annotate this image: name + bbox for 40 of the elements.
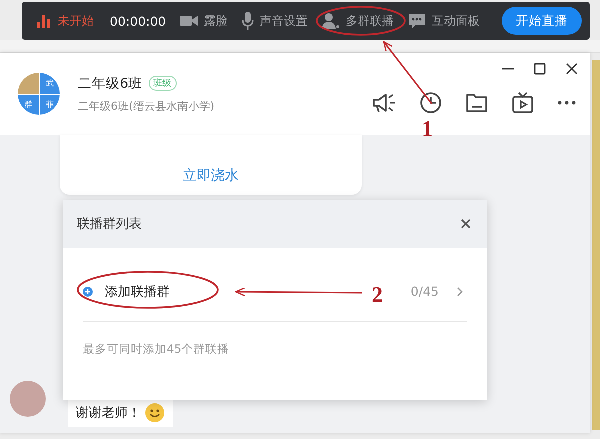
start-live-button[interactable]: 开始直播	[502, 7, 582, 35]
microphone-icon	[242, 12, 254, 30]
avatar-character: 群	[18, 94, 38, 115]
smiley-icon	[145, 403, 165, 423]
close-icon[interactable]	[566, 63, 578, 75]
toolbar-button[interactable]: 多群联播	[318, 12, 398, 30]
more-icon[interactable]	[558, 101, 576, 105]
toolbar-button[interactable]: 声音设置	[238, 12, 312, 30]
person-icon	[322, 13, 340, 29]
class-tag: 班级	[148, 76, 177, 91]
chat-bubble-icon	[408, 13, 426, 29]
group-title: 二年级6班	[78, 74, 143, 92]
add-group-label: 添加联播群	[105, 284, 170, 300]
folder-icon[interactable]	[466, 93, 488, 113]
group-count: 0/45	[410, 284, 439, 299]
avatar-placeholder	[10, 381, 46, 417]
avatar-character: 武	[40, 73, 60, 94]
close-icon[interactable]	[461, 219, 471, 229]
hint-text: 最多可同时添加45个群联播	[83, 342, 231, 357]
megaphone-icon[interactable]	[372, 92, 396, 114]
message-text: 谢谢老师！	[76, 405, 141, 422]
water-now-link[interactable]: 立即浇水	[175, 165, 247, 187]
dialog-title: 联播群列表	[77, 216, 142, 233]
timer-text: 00:00:00	[110, 14, 166, 28]
annotation-number: 1	[422, 116, 433, 141]
toolbar-button[interactable]: 互动面板	[404, 12, 484, 30]
plus-circle-icon	[83, 286, 93, 296]
annotation-arrow	[383, 41, 433, 104]
group-subtitle: 二年级6班(缙云县水南小学)	[78, 98, 215, 114]
bar-chart-icon	[36, 13, 52, 29]
toolbar-button[interactable]: 露脸	[176, 12, 232, 30]
chevron-right-icon	[457, 286, 463, 296]
photo-placeholder	[18, 73, 38, 94]
status-text: 未开始	[58, 12, 94, 30]
tv-play-icon[interactable]	[512, 92, 534, 114]
clock-icon[interactable]	[420, 92, 442, 114]
annotation-number: 2	[372, 282, 383, 307]
avatar-character: 菲	[40, 94, 60, 115]
maximize-icon[interactable]	[534, 63, 546, 75]
camera-icon	[180, 15, 198, 27]
